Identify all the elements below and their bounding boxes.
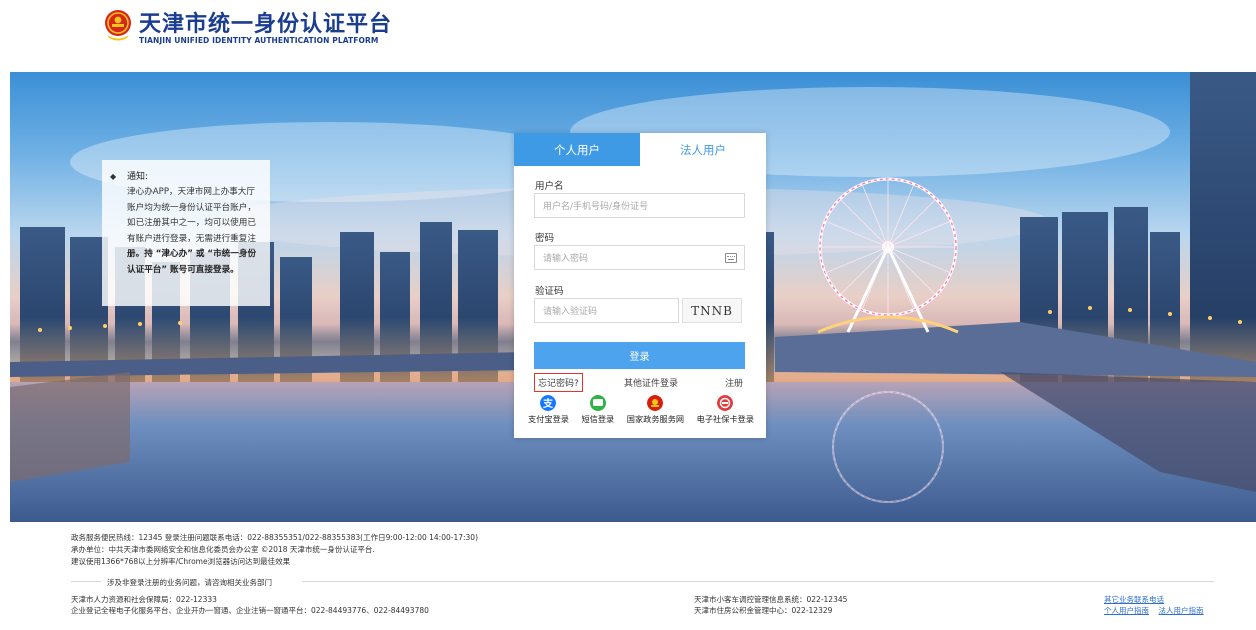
site-title: 天津市统一身份认证平台 (139, 12, 393, 37)
footer-middle-contacts: 天津市小客车调控管理信息系统：022-12345 天津市住房公积金管理中心：02… (694, 595, 848, 615)
footer-browser-hint: 建议使用1366*768以上分辨率/Chrome浏览器访问达到最佳效果 (71, 557, 291, 566)
quick-login-options: 支 支付宝登录 短信登录 国家政务服务网 电子社保卡登录 (528, 395, 754, 425)
speaker-icon: ◆ (110, 172, 117, 181)
user-type-tabs: 个人用户 法人用户 (514, 133, 766, 166)
corporate-user-guide-link[interactable]: 法人用户指南 (1159, 606, 1204, 615)
notice-title: 通知: (127, 172, 149, 182)
keyboard-icon[interactable] (725, 253, 737, 263)
tab-personal-user[interactable]: 个人用户 (514, 133, 640, 166)
login-links: 忘记密码? 其他证件登录 注册 (534, 373, 745, 392)
username-input[interactable] (535, 195, 744, 219)
footer-divider (71, 581, 101, 582)
captcha-field (534, 298, 679, 324)
sms-login-button[interactable]: 短信登录 (581, 395, 614, 425)
national-emblem-icon (647, 395, 664, 411)
header: 天津市统一身份认证平台 TIANJIN UNIFIED IDENTITY AUT… (0, 0, 1256, 72)
login-card: 个人用户 法人用户 用户名 密码 验证码 TNNB 登录 忘记密码? 其他证件登… (514, 133, 766, 438)
notice-line: 账户均为统一身份认证平台账户， (127, 202, 256, 213)
footer: 政务服务便民热线：12345 登录注册问题联系电话：022-88355351/0… (0, 522, 1256, 630)
footer-right-links: 其它业务联系电话 个人用户指南 法人用户指南 (1104, 594, 1204, 616)
captcha-label: 验证码 (535, 286, 564, 297)
footer-hotline: 政务服务便民热线：12345 登录注册问题联系电话：022-88355351/0… (71, 533, 478, 542)
social-security-card-login-button[interactable]: 电子社保卡登录 (697, 395, 754, 425)
footer-left-contacts: 天津市人力资源和社会保障局：022-12333 企业登记全程电子化服务平台、企业… (71, 595, 429, 615)
site-subtitle: TIANJIN UNIFIED IDENTITY AUTHENTICATION … (139, 36, 379, 45)
tab-corporate-user[interactable]: 法人用户 (640, 133, 766, 166)
svg-text:支: 支 (542, 397, 554, 410)
notice-body: 津心办APP，天津市网上办事大厅 账户均为统一身份认证平台账户， 如已注册其中之… (127, 185, 267, 278)
notice-line: 认证平台” 账号可直接登录。 (127, 264, 239, 275)
register-link[interactable]: 注册 (725, 376, 743, 389)
password-field (534, 245, 745, 271)
alipay-icon: 支 (540, 395, 557, 411)
password-label: 密码 (535, 233, 555, 244)
social-security-card-icon (717, 395, 734, 411)
footer-divider-label: 涉及非登录注册的业务问题，请咨询相关业务部门 (104, 577, 275, 588)
sms-icon (589, 395, 606, 411)
password-input[interactable] (535, 247, 744, 271)
captcha-image[interactable]: TNNB (682, 298, 742, 323)
footer-divider (302, 581, 1214, 582)
national-emblem-logo-icon (105, 10, 131, 41)
notice-panel: ◆ 通知: 津心办APP，天津市网上办事大厅 账户均为统一身份认证平台账户， 如… (102, 160, 270, 306)
notice-line: 如已注册其中之一，均可以使用已 (127, 218, 256, 228)
login-button[interactable]: 登录 (534, 342, 745, 369)
national-gov-service-login-button[interactable]: 国家政务服务网 (627, 395, 684, 425)
notice-line: 册。持 “津心办” 或 “市统一身份 (127, 249, 257, 259)
alipay-login-button[interactable]: 支 支付宝登录 (528, 395, 569, 425)
footer-organizer: 承办单位：中共天津市委网络安全和信息化委员会办公室 ©2018 天津市统一身份认… (71, 545, 375, 554)
notice-line: 津心办APP，天津市网上办事大厅 (127, 187, 255, 197)
other-business-contacts-link[interactable]: 其它业务联系电话 (1104, 595, 1164, 604)
personal-user-guide-link[interactable]: 个人用户指南 (1104, 606, 1149, 615)
other-certificate-login-link[interactable]: 其他证件登录 (624, 376, 678, 389)
captcha-input[interactable] (535, 300, 678, 324)
forgot-password-link[interactable]: 忘记密码? (534, 373, 583, 392)
username-label: 用户名 (535, 181, 564, 192)
username-field (534, 193, 745, 219)
notice-line: 有账户进行登录，无需进行重复注 (127, 233, 256, 244)
